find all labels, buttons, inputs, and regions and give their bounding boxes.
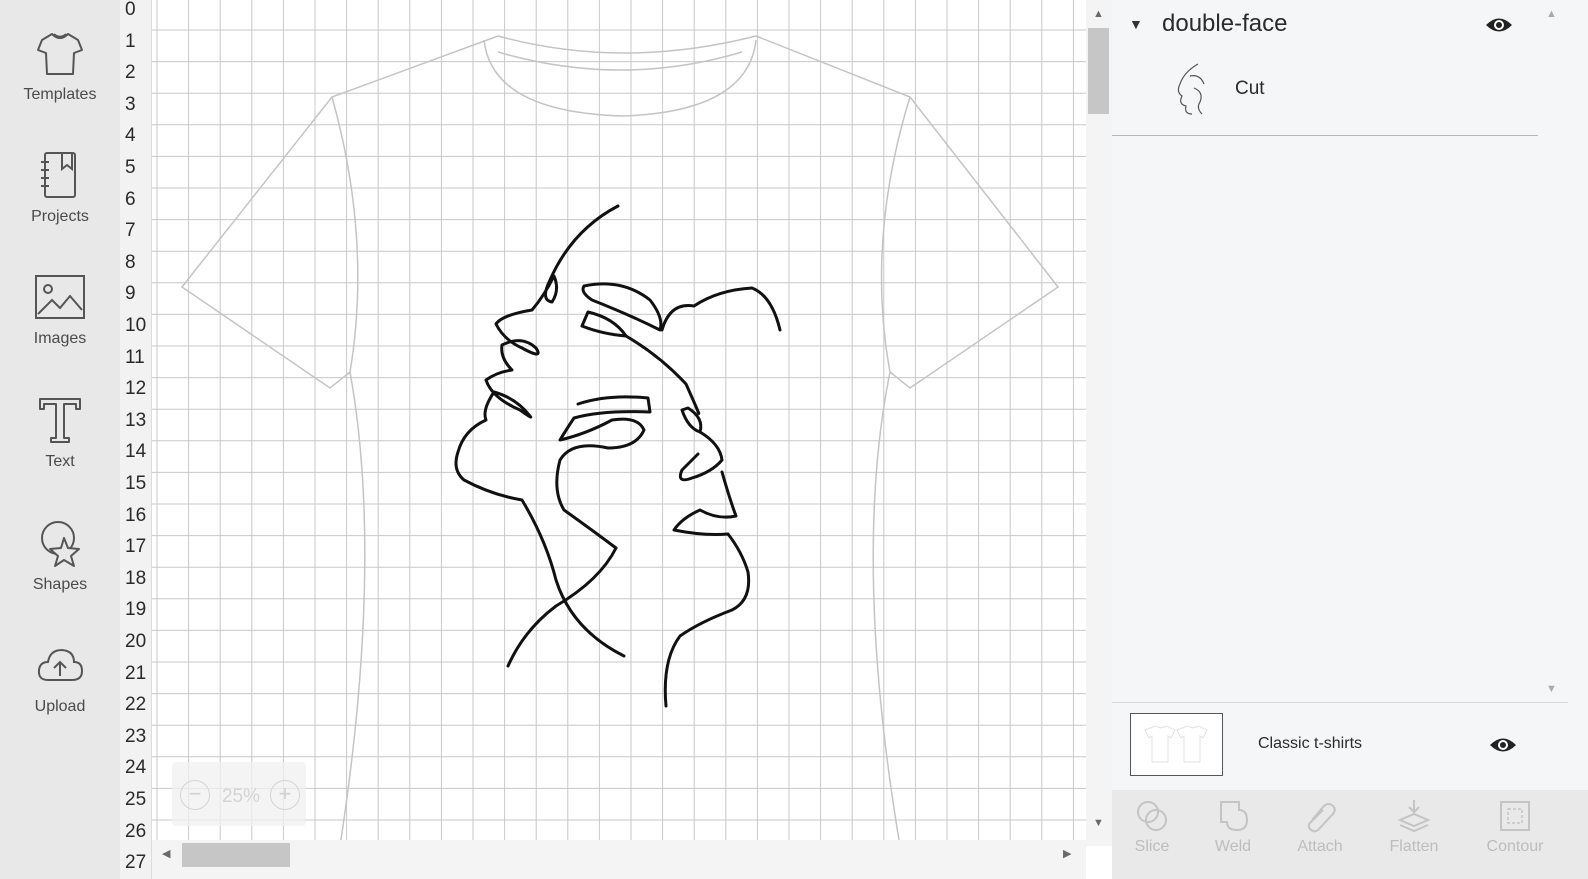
ruler-mark: 17 [125,536,147,558]
design-space: Templates Projects Images Text Shapes Up… [0,0,1588,879]
notebook-icon [41,152,76,198]
shapes-icon [41,521,80,567]
slice-icon [1137,801,1167,831]
ruler-mark: 3 [125,93,136,115]
ruler-mark: 8 [125,251,136,273]
contour-icon [1500,801,1530,831]
layer-name[interactable]: Cut [1235,78,1265,100]
zoom-out-button[interactable]: − [180,780,210,810]
ruler-mark: 5 [125,157,136,178]
ruler-mark: 25 [125,789,147,810]
panel-scroll-up-arrow-icon[interactable]: ▲ [1546,8,1557,20]
slice-button[interactable]: Slice [1112,794,1192,874]
zoom-control: − 25% + [172,762,306,826]
flatten-label: Flatten [1389,838,1439,855]
ruler-mark: 26 [125,820,147,842]
layer-group-name[interactable]: double-face [1162,10,1287,38]
ruler-mark: 6 [125,188,136,210]
contour-button[interactable]: Contour [1475,794,1555,874]
canvas-thumbnail[interactable] [1130,713,1223,776]
left-sidebar: Templates Projects Images Text Shapes Up… [0,0,120,879]
sidebar-item-templates[interactable]: Templates [0,28,120,138]
text-t-icon [39,398,81,443]
weld-button[interactable]: Weld [1193,794,1273,874]
scroll-left-arrow-icon[interactable]: ◀ [162,847,170,860]
canvas-vertical-scroll-thumb[interactable] [1088,28,1109,114]
ruler-mark: 11 [125,346,145,368]
image-icon [35,275,85,319]
scroll-down-arrow-icon[interactable]: ▼ [1093,817,1104,829]
ruler-mark: 27 [125,852,147,874]
layer-thumbnail [1177,63,1205,115]
weld-icon [1220,801,1249,832]
ruler-mark: 7 [125,220,136,242]
sidebar-item-images[interactable]: Images [0,272,120,382]
canvas-layer-label: Classic t-shirts [1258,735,1363,752]
ruler-mark: 15 [125,473,147,494]
flatten-button[interactable]: Flatten [1374,794,1454,874]
ruler-mark: 0 [125,0,136,20]
eye-icon[interactable] [1484,14,1514,36]
eye-icon[interactable] [1488,734,1518,756]
attach-button[interactable]: Attach [1280,794,1360,874]
sidebar-item-label: Projects [31,208,89,225]
tshirt-thumbnail-icon [1144,725,1208,763]
contour-label: Contour [1486,838,1544,855]
sidebar-item-upload[interactable]: Upload [0,640,120,750]
ruler-mark: 2 [125,62,136,84]
expand-caret-icon[interactable]: ▼ [1129,16,1143,32]
scroll-right-arrow-icon[interactable]: ▶ [1063,847,1071,860]
vertical-ruler: 0 1 2 3 4 5 6 7 8 9 10 11 12 13 14 15 16 17 18 19 20 21 22 23 24… [120,0,152,879]
sidebar-item-label: Upload [34,698,86,715]
flatten-icon [1397,800,1431,833]
ruler-mark: 13 [125,409,147,431]
ruler-mark: 14 [125,441,147,463]
ruler-mark: 21 [125,662,147,684]
ruler-mark: 12 [125,378,147,400]
grid [152,0,1086,846]
ruler-mark: 16 [125,504,147,526]
ruler-mark: 1 [125,30,136,52]
canvas-svg [152,0,1086,846]
panel-vertical-scrollbar[interactable] [1538,0,1568,700]
zoom-level: 25% [221,786,261,807]
zoom-in-button[interactable]: + [270,780,300,810]
sidebar-item-label: Images [33,330,87,347]
ruler-mark: 22 [125,694,147,716]
slice-label: Slice [1134,838,1170,855]
design-canvas[interactable] [152,0,1086,846]
sidebar-item-label: Text [45,453,75,470]
ruler-mark: 10 [125,315,147,336]
paperclip-icon [1307,803,1336,833]
scroll-up-arrow-icon[interactable]: ▲ [1093,8,1104,20]
canvas-horizontal-scrollbar[interactable] [152,840,1086,879]
sidebar-item-label: Shapes [32,576,88,593]
tshirt-icon [37,33,83,75]
ruler-mark: 9 [125,283,136,305]
ruler-mark: 18 [125,567,147,589]
sidebar-item-label: Templates [23,86,97,103]
attach-label: Attach [1297,838,1343,855]
ruler-mark: 19 [125,599,147,621]
ruler-mark: 24 [125,757,147,779]
sidebar-item-text[interactable]: Text [0,395,120,505]
canvas-horizontal-scroll-thumb[interactable] [182,843,290,867]
ruler-mark: 23 [125,725,147,747]
canvas-vertical-scrollbar[interactable] [1086,0,1112,846]
weld-label: Weld [1214,838,1252,855]
panel-scroll-down-arrow-icon[interactable]: ▼ [1546,683,1557,695]
sidebar-item-shapes[interactable]: Shapes [0,518,120,628]
ruler-mark: 4 [125,125,136,147]
ruler-mark: 20 [125,631,147,652]
cloud-upload-icon [37,648,84,681]
sidebar-item-projects[interactable]: Projects [0,150,120,260]
